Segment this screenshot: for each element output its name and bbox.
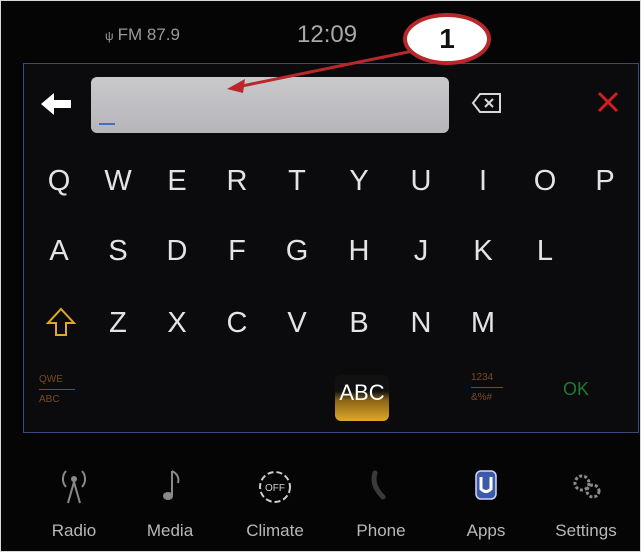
settings-gear-icon — [573, 474, 601, 499]
uconnect-screen: ψ FM 87.9 12:09 Q W E R T Y U I O P A S D — [0, 0, 641, 552]
numbers-key[interactable]: 1234 &%# — [471, 371, 511, 404]
back-arrow-icon — [41, 93, 71, 115]
ok-button[interactable]: OK — [563, 379, 589, 400]
nav-label-apps: Apps — [466, 521, 506, 540]
key-s[interactable]: S — [98, 231, 138, 271]
phone-icon — [371, 470, 386, 500]
numbers-key-top-label: 1234 — [471, 372, 494, 383]
key-n[interactable]: N — [401, 303, 441, 343]
nav-label-settings: Settings — [555, 521, 617, 540]
key-y[interactable]: Y — [339, 161, 379, 201]
back-button[interactable] — [41, 91, 75, 117]
text-cursor — [99, 123, 115, 125]
status-bar: ψ FM 87.9 12:09 — [1, 1, 641, 63]
key-u[interactable]: U — [401, 161, 441, 201]
nav-item-radio[interactable]: Radio — [29, 461, 119, 549]
apps-icon — [475, 470, 497, 500]
abc-button[interactable]: ABC — [335, 375, 389, 421]
key-x[interactable]: X — [157, 303, 197, 343]
key-w[interactable]: W — [98, 161, 138, 201]
nav-label-radio: Radio — [51, 521, 97, 540]
nav-label-phone: Phone — [356, 521, 406, 540]
key-h[interactable]: H — [339, 231, 379, 271]
shift-key[interactable] — [45, 305, 77, 341]
layout-mode-key[interactable]: QWE ABC — [39, 373, 79, 406]
key-c[interactable]: C — [217, 303, 257, 343]
search-text-field[interactable] — [91, 77, 449, 133]
close-button[interactable] — [595, 89, 621, 115]
nav-item-phone[interactable]: Phone — [336, 461, 426, 549]
key-d[interactable]: D — [157, 231, 197, 271]
shift-arrow-icon — [45, 307, 77, 336]
key-z[interactable]: Z — [98, 303, 138, 343]
key-b[interactable]: B — [339, 303, 379, 343]
nav-item-media[interactable]: Media — [125, 461, 215, 549]
key-q[interactable]: Q — [39, 161, 79, 201]
nav-item-climate[interactable]: OFF Climate — [230, 461, 320, 549]
radio-station-label: FM 87.9 — [117, 25, 180, 44]
key-a[interactable]: A — [39, 231, 79, 271]
nav-item-apps[interactable]: Apps — [441, 461, 531, 549]
mode-key-top-label: QWE — [39, 374, 63, 385]
key-k[interactable]: K — [463, 231, 503, 271]
close-icon — [597, 91, 619, 113]
radio-tower-icon — [62, 470, 86, 504]
backspace-icon — [471, 93, 501, 113]
key-g[interactable]: G — [277, 231, 317, 271]
key-r[interactable]: R — [217, 161, 257, 201]
key-v[interactable]: V — [277, 303, 317, 343]
clock: 12:09 — [297, 21, 358, 48]
numbers-key-bottom-label: &%# — [471, 392, 493, 403]
key-j[interactable]: J — [401, 231, 441, 271]
bottom-nav-bar: Radio Media OFF Climate Phone Apps Setti… — [1, 461, 641, 553]
mode-key-divider — [39, 389, 75, 390]
radio-status[interactable]: ψ FM 87.9 — [105, 25, 180, 45]
music-note-icon — [163, 470, 180, 500]
key-l[interactable]: L — [525, 231, 565, 271]
key-m[interactable]: M — [463, 303, 503, 343]
svg-text:OFF: OFF — [265, 483, 285, 494]
key-e[interactable]: E — [157, 161, 197, 201]
nav-item-settings[interactable]: Settings — [541, 461, 631, 549]
nav-label-climate: Climate — [246, 521, 304, 540]
climate-off-icon: OFF — [259, 471, 291, 503]
key-t[interactable]: T — [277, 161, 317, 201]
antenna-icon: ψ — [105, 29, 114, 43]
mode-key-bottom-label: ABC — [39, 394, 60, 405]
key-i[interactable]: I — [463, 161, 503, 201]
callout-number-badge: 1 — [403, 13, 491, 65]
key-o[interactable]: O — [525, 161, 565, 201]
numbers-key-divider — [471, 387, 503, 388]
backspace-button[interactable] — [471, 91, 503, 115]
key-f[interactable]: F — [217, 231, 257, 271]
key-p[interactable]: P — [585, 161, 625, 201]
nav-label-media: Media — [146, 521, 194, 540]
